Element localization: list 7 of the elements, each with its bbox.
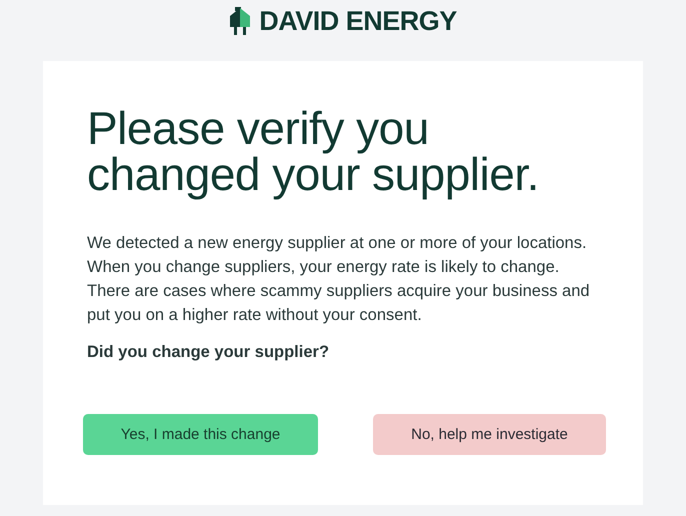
body-text: We detected a new energy supplier at one or more of your locations. When you change suppliers, your energy rate is likely to change. There are cases where scammy suppliers acquire your business and put you on a higher rate without your consent. [87, 233, 591, 326]
question-text: Did you change your supplier? [87, 343, 330, 362]
brand-name: DAVID ENERGY [259, 6, 457, 36]
confirm-button[interactable]: Yes, I made this change [83, 414, 318, 455]
plug-house-icon [229, 7, 252, 35]
heading: Please verify you changed your supplier. [87, 105, 540, 197]
investigate-button[interactable]: No, help me investigate [373, 414, 606, 455]
